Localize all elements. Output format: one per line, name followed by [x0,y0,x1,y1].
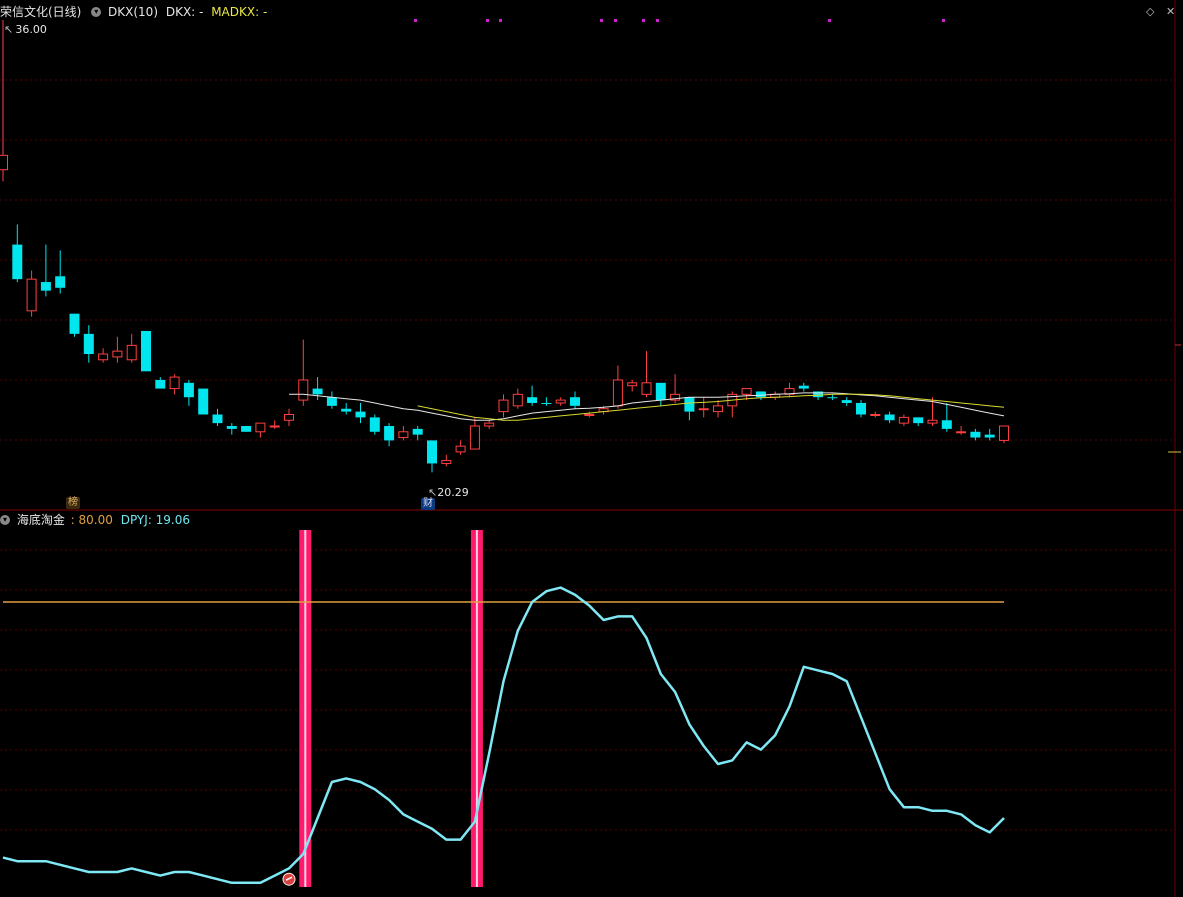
close-icon[interactable]: ✕ [1166,6,1175,18]
marker-dot [642,19,645,22]
candle-body [498,399,509,413]
marker-dot [486,19,489,22]
candle-body [284,413,294,421]
candle-body [884,414,895,421]
chevron-down-icon[interactable]: ▾ [0,515,10,525]
candle-body [83,333,94,355]
candle-body [570,397,580,406]
low-price-label: ↖20.29 [428,486,469,499]
kline-chart[interactable] [0,0,1183,897]
candle-body [956,431,967,434]
candle-body [913,417,924,424]
bottom-indicator-name[interactable]: 海底淘金 [17,513,65,527]
candle-body [326,397,337,406]
candle-body [469,425,480,450]
candle-body [813,391,824,398]
candle-body [655,382,666,401]
candle-body [584,413,595,416]
candle-body [856,402,866,415]
candle-body [112,350,123,358]
candle-body [927,419,938,424]
chevron-down-icon[interactable]: ▾ [91,7,102,17]
marker-dot [656,19,659,22]
candle-body [183,382,194,398]
marker-dot [414,19,417,22]
candle-body [341,408,352,412]
candle-body [627,382,638,387]
candle-body [541,402,552,404]
candle-body [612,379,623,407]
candle-body [355,411,366,418]
level-value: : 80.00 [70,513,113,527]
candle-body [0,154,8,171]
top-panel-header: 荣信文化(日线) ▾ DKX(10) DKX: - MADKX: - [0,5,267,19]
candle-body [26,278,37,312]
candle-body [641,382,652,395]
candle-body [827,397,838,399]
candle-body [126,344,137,361]
candle-body [555,399,566,404]
candle-body [841,400,852,403]
diamond-icon[interactable]: ◇ [1146,6,1154,18]
candle-body [141,330,151,372]
marker-dot [942,19,945,22]
candle-body [484,422,495,427]
dkx-value: DKX: - [165,5,204,19]
dpyj-value: DPYJ: 19.06 [120,513,191,527]
candle-body [312,388,323,395]
candle-body [40,282,51,291]
signal-bar-core [475,530,478,887]
candle-body [412,428,423,435]
candle-body [798,385,809,389]
candle-body [384,426,395,441]
stock-title: 荣信文化(日线) [0,5,82,19]
candle-body [898,416,909,424]
candle-body [226,426,237,429]
candle-body [984,434,995,438]
candle-body [684,397,695,412]
candle-body [870,413,881,416]
high-price-label: ↖ 36.00 [4,23,47,36]
bottom-panel-header: ▾ 海底淘金 : 80.00 DPYJ: 19.06 [0,513,190,527]
candle-body [255,422,266,433]
candle-body [441,460,452,464]
candle-body [455,445,466,453]
candle-body [527,397,538,403]
marker-dot [828,19,831,22]
candle-body [698,408,709,411]
candle-body [98,353,109,361]
candle-body [941,420,952,429]
marker-dot [499,19,502,22]
madkx-value: MADKX: - [211,5,268,19]
candle-body [741,388,752,395]
candle-body [369,417,380,432]
candle-body [269,425,280,428]
candle-body [69,313,80,334]
signal-bar-core [304,530,307,887]
candle-body [512,393,523,407]
candle-body [427,440,437,464]
candle-body [241,426,252,432]
candle-body [970,431,981,438]
candle-body [999,425,1009,441]
candle-body [298,379,309,401]
candle-body [12,244,23,280]
cai-badge[interactable]: 财 [421,498,435,510]
candle-body [55,276,66,288]
dpyj-line [2,586,1005,885]
candle-body [713,405,723,413]
candle-body [398,431,409,439]
indicator-name[interactable]: DKX(10) [108,5,158,19]
bang-badge[interactable]: 榜 [66,497,80,509]
candle-body [169,376,180,390]
candle-body [198,388,209,415]
candle-body [155,379,166,389]
candle-body [755,391,766,398]
marker-dot [614,19,617,22]
marker-dot [600,19,603,22]
candle-body [212,414,223,424]
